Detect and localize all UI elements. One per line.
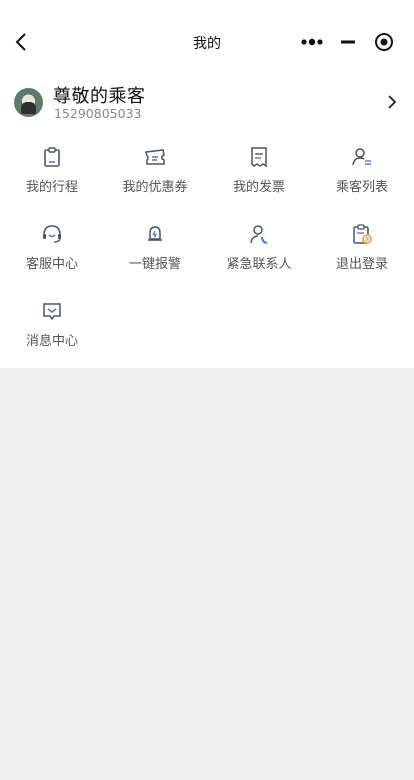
menu-item-my-trips[interactable]: 我的行程 xyxy=(0,140,104,195)
chevron-right-icon xyxy=(388,95,397,109)
menu-item-emergency-alarm[interactable]: 一键报警 xyxy=(103,217,207,272)
user-name: 尊敬的乘客 xyxy=(53,86,146,107)
menu-row: 消息中心 xyxy=(0,294,414,371)
menu-item-coupons[interactable]: 我的优惠券 xyxy=(103,140,207,195)
menu-item-label: 紧急联系人 xyxy=(226,257,292,272)
menu-item-label: 客服中心 xyxy=(25,257,78,272)
headset-icon xyxy=(43,225,61,243)
menu-item-label: 消息中心 xyxy=(25,334,78,349)
logout-icon xyxy=(353,224,372,244)
menu-item-label: 乘客列表 xyxy=(335,180,388,195)
menu-item-logout[interactable]: 退出登录 xyxy=(310,217,414,272)
menu-item-emergency-contact[interactable]: 紧急联系人 xyxy=(207,217,311,272)
user-profile-row[interactable]: 尊敬的乘客 15290805033 xyxy=(0,78,414,126)
menu-row: 我的行程 我的优惠券 我的发票 乘客列表 xyxy=(0,140,414,217)
avatar xyxy=(14,88,43,117)
more-dots-icon[interactable] xyxy=(300,36,328,48)
mini-program-capsule xyxy=(296,30,406,54)
menu-item-label: 我的优惠券 xyxy=(122,180,188,195)
alarm-bell-icon xyxy=(148,226,162,241)
clipboard-icon xyxy=(44,147,60,167)
menu-item-invoices[interactable]: 我的发票 xyxy=(207,140,311,195)
close-target-icon[interactable] xyxy=(374,32,394,52)
menu-item-label: 我的行程 xyxy=(25,180,78,195)
menu-item-label: 退出登录 xyxy=(335,257,388,272)
menu-item-message-center[interactable]: 消息中心 xyxy=(0,294,104,349)
menu-row: 客服中心 一键报警 紧急联系人 退出登录 xyxy=(0,217,414,294)
menu-grid: 我的行程 我的优惠券 我的发票 乘客列表 客服中心 一键报警 紧急联系人 退出登… xyxy=(0,140,414,371)
menu-item-customer-service[interactable]: 客服中心 xyxy=(0,217,104,272)
ticket-icon xyxy=(145,149,165,165)
menu-item-label: 一键报警 xyxy=(128,257,181,272)
menu-item-label: 我的发票 xyxy=(232,180,285,195)
contact-phone-icon xyxy=(250,225,268,244)
user-phone: 15290805033 xyxy=(54,106,142,121)
menu-item-passenger-list[interactable]: 乘客列表 xyxy=(310,140,414,195)
receipt-icon xyxy=(251,147,267,168)
nav-bar: 我的 xyxy=(0,0,414,84)
minimize-icon[interactable] xyxy=(340,36,358,48)
message-icon xyxy=(43,303,61,321)
user-list-icon xyxy=(352,148,371,166)
